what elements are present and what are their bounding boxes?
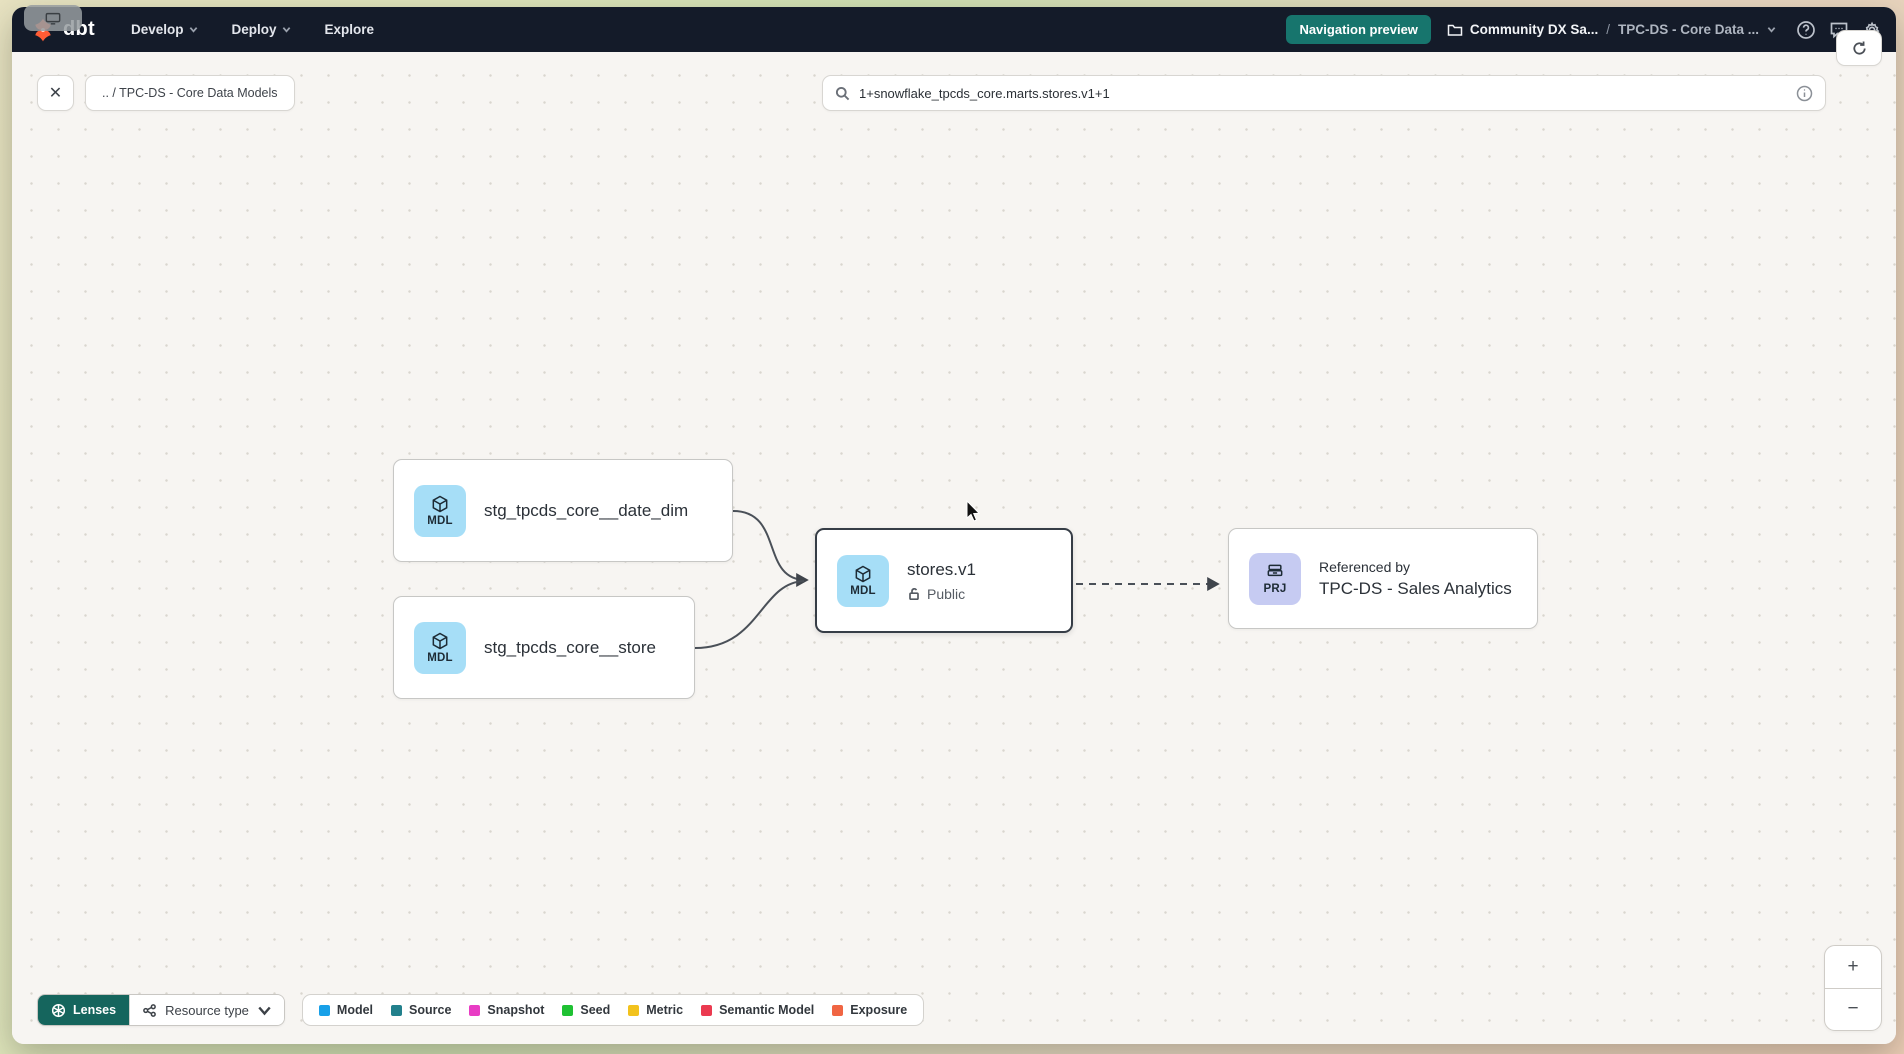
model-badge: MDL bbox=[414, 485, 466, 537]
menu-deploy-label: Deploy bbox=[232, 22, 277, 37]
breadcrumb-project[interactable]: TPC-DS - Core Data ... bbox=[1618, 22, 1759, 37]
legend-label: Snapshot bbox=[487, 1003, 544, 1017]
legend-item-snapshot: Snapshot bbox=[469, 1003, 544, 1017]
legend-label: Seed bbox=[580, 1003, 610, 1017]
chevron-down-icon bbox=[257, 1003, 272, 1018]
legend-swatch bbox=[562, 1005, 573, 1016]
model-badge: MDL bbox=[837, 555, 889, 607]
info-icon[interactable] bbox=[1796, 85, 1813, 102]
chevron-down-icon bbox=[189, 25, 198, 34]
lens-aperture-icon bbox=[51, 1003, 66, 1018]
resource-type-legend: Model Source Snapshot Seed Metric Semant… bbox=[302, 994, 924, 1026]
refresh-icon bbox=[1851, 40, 1868, 57]
lineage-search-bar[interactable] bbox=[822, 75, 1826, 111]
lenses-button[interactable]: Lenses bbox=[38, 995, 129, 1025]
node-stg-tpcds-core-date-dim[interactable]: MDL stg_tpcds_core__date_dim bbox=[393, 459, 733, 562]
menu-deploy[interactable]: Deploy bbox=[232, 22, 291, 37]
project-badge: PRJ bbox=[1249, 553, 1301, 605]
legend-swatch bbox=[319, 1005, 330, 1016]
referenced-by-label: Referenced by bbox=[1319, 559, 1512, 575]
legend-label: Model bbox=[337, 1003, 373, 1017]
legend-label: Semantic Model bbox=[719, 1003, 814, 1017]
badge-code: PRJ bbox=[1264, 583, 1287, 595]
canvas-footer-controls: Lenses Resource type Model Source Snapsh… bbox=[37, 994, 924, 1026]
zoom-out-button[interactable]: − bbox=[1825, 989, 1881, 1031]
monitor-icon bbox=[45, 12, 61, 25]
breadcrumb-separator: / bbox=[1606, 22, 1610, 37]
zoom-in-button[interactable]: + bbox=[1825, 946, 1881, 989]
help-icon[interactable] bbox=[1796, 20, 1816, 40]
legend-item-model: Model bbox=[319, 1003, 373, 1017]
main-menu: Develop Deploy Explore bbox=[131, 22, 374, 37]
legend-item-seed: Seed bbox=[562, 1003, 610, 1017]
lenses-label: Lenses bbox=[73, 1003, 116, 1017]
chevron-down-icon[interactable] bbox=[1767, 25, 1776, 34]
top-navigation-bar: dbt Develop Deploy Explore Navigation pr… bbox=[12, 7, 1896, 52]
cube-icon bbox=[430, 631, 450, 651]
legend-swatch bbox=[469, 1005, 480, 1016]
breadcrumb-account[interactable]: Community DX Sa... bbox=[1447, 22, 1598, 37]
cube-icon bbox=[430, 494, 450, 514]
badge-code: MDL bbox=[427, 652, 453, 664]
topnav-right: Navigation preview Community DX Sa... / … bbox=[1286, 15, 1882, 44]
cube-icon bbox=[853, 564, 873, 584]
legend-label: Exposure bbox=[850, 1003, 907, 1017]
unlock-icon bbox=[907, 587, 921, 601]
node-referenced-by-sales-analytics[interactable]: PRJ Referenced by TPC-DS - Sales Analyti… bbox=[1228, 528, 1538, 629]
breadcrumb-account-label: Community DX Sa... bbox=[1470, 22, 1598, 37]
node-text: Referenced by TPC-DS - Sales Analytics bbox=[1319, 559, 1512, 599]
menu-develop[interactable]: Develop bbox=[131, 22, 198, 37]
legend-swatch bbox=[391, 1005, 402, 1016]
zoom-controls: + − bbox=[1824, 945, 1882, 1031]
lens-control-group: Lenses Resource type bbox=[37, 994, 285, 1026]
badge-code: MDL bbox=[427, 515, 453, 527]
lineage-selector-input[interactable] bbox=[859, 86, 1787, 101]
node-stg-tpcds-core-store[interactable]: MDL stg_tpcds_core__store bbox=[393, 596, 695, 699]
model-badge: MDL bbox=[414, 622, 466, 674]
archive-stack-icon bbox=[1265, 562, 1285, 582]
node-label: stg_tpcds_core__store bbox=[484, 638, 656, 658]
access-label: Public bbox=[927, 586, 965, 602]
node-stores-v1[interactable]: MDL stores.v1 Public bbox=[815, 528, 1073, 633]
legend-item-source: Source bbox=[391, 1003, 451, 1017]
menu-explore[interactable]: Explore bbox=[325, 22, 375, 37]
badge-code: MDL bbox=[850, 585, 876, 597]
navigation-preview-badge[interactable]: Navigation preview bbox=[1286, 15, 1430, 44]
graph-toolbar: ✕ .. / TPC-DS - Core Data Models bbox=[37, 75, 295, 111]
node-label: stores.v1 bbox=[907, 560, 976, 580]
legend-swatch bbox=[628, 1005, 639, 1016]
search-icon bbox=[835, 86, 850, 101]
refresh-lineage-button[interactable] bbox=[1836, 30, 1882, 66]
legend-item-semantic-model: Semantic Model bbox=[701, 1003, 814, 1017]
legend-label: Source bbox=[409, 1003, 451, 1017]
resource-graph-icon bbox=[142, 1003, 157, 1018]
mouse-cursor bbox=[965, 500, 983, 524]
breadcrumb: Community DX Sa... / TPC-DS - Core Data … bbox=[1447, 22, 1776, 37]
node-label: stg_tpcds_core__date_dim bbox=[484, 501, 688, 521]
close-lineage-button[interactable]: ✕ bbox=[37, 75, 74, 111]
node-access-row: Public bbox=[907, 586, 976, 602]
chevron-down-icon bbox=[282, 25, 291, 34]
legend-swatch bbox=[832, 1005, 843, 1016]
menu-explore-label: Explore bbox=[325, 22, 375, 37]
menu-develop-label: Develop bbox=[131, 22, 184, 37]
legend-item-exposure: Exposure bbox=[832, 1003, 907, 1017]
resource-type-button[interactable]: Resource type bbox=[129, 995, 284, 1025]
project-name-label: TPC-DS - Sales Analytics bbox=[1319, 579, 1512, 599]
screen-share-overlay-chip bbox=[24, 5, 82, 31]
folder-icon bbox=[1447, 23, 1463, 37]
legend-label: Metric bbox=[646, 1003, 683, 1017]
legend-item-metric: Metric bbox=[628, 1003, 683, 1017]
node-text: stores.v1 Public bbox=[907, 560, 976, 602]
lineage-canvas[interactable]: MDL stg_tpcds_core__date_dim MDL stg_tpc… bbox=[12, 52, 1896, 1044]
app-window: dbt Develop Deploy Explore Navigation pr… bbox=[12, 7, 1896, 1044]
resource-type-label: Resource type bbox=[165, 1003, 249, 1018]
lineage-path-chip[interactable]: .. / TPC-DS - Core Data Models bbox=[85, 75, 295, 111]
legend-swatch bbox=[701, 1005, 712, 1016]
